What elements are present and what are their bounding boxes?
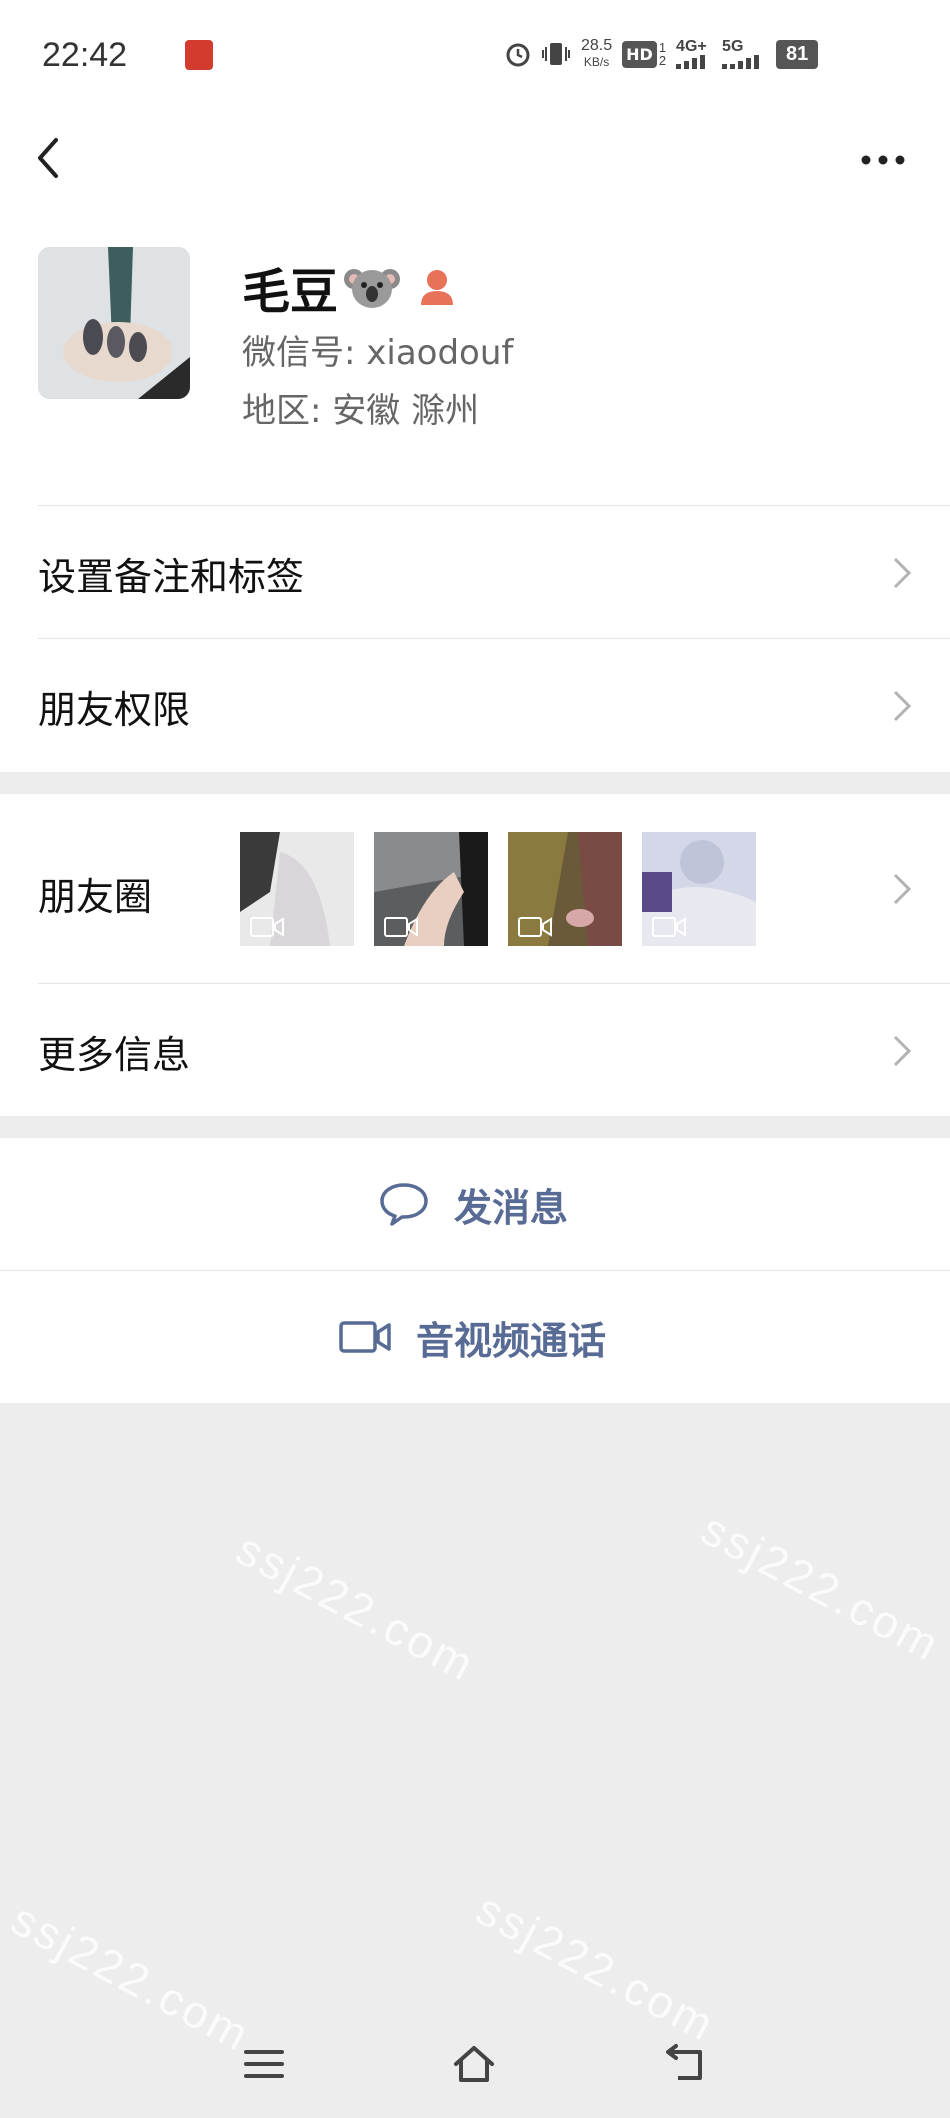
hd-sub-bottom: 2 — [658, 53, 667, 68]
moment-video-thumbnail[interactable] — [642, 832, 756, 946]
contact-name: 毛豆 — [242, 264, 339, 320]
chevron-right-icon — [893, 1035, 912, 1067]
koala-emoji-icon — [344, 269, 401, 308]
battery-level: 81 — [776, 39, 819, 69]
friend-permissions-label: 朋友权限 — [38, 688, 191, 732]
region: 地区: 安徽 滁州 — [242, 391, 480, 431]
system-nav-bar — [0, 2010, 950, 2118]
video-call-icon — [339, 1321, 391, 1353]
menu-icon[interactable] — [242, 2042, 286, 2086]
moments-thumbnails — [240, 832, 756, 946]
video-camera-icon — [384, 917, 418, 937]
chevron-right-icon — [893, 690, 912, 722]
watermark: ssj222.com — [693, 1502, 950, 1672]
moments-label: 朋友圈 — [38, 875, 153, 919]
signal-4g-label: 4G+ — [676, 38, 707, 55]
more-options-icon[interactable] — [858, 140, 908, 180]
profile-header: 毛豆 微信号: xiaodouf 地区: 安徽 滁州 — [0, 225, 950, 505]
app-notification-icon — [185, 40, 213, 70]
moments-row[interactable]: 朋友圈 — [0, 794, 950, 982]
alarm-icon — [506, 43, 530, 67]
send-message-button[interactable]: 发消息 — [0, 1138, 950, 1270]
status-time: 22:42 — [42, 36, 128, 74]
watermark: ssj222.com — [228, 1522, 485, 1692]
avatar[interactable] — [38, 247, 190, 399]
home-icon[interactable] — [452, 2042, 496, 2086]
send-message-label: 发消息 — [454, 1185, 569, 1230]
signal-4g: 4G+ — [676, 39, 712, 69]
remark-tags-label: 设置备注和标签 — [38, 555, 305, 599]
back-icon[interactable] — [664, 2042, 708, 2086]
hd-badge: HD — [622, 40, 657, 68]
signal-5g-label: 5G — [722, 38, 744, 55]
more-info-label: 更多信息 — [38, 1033, 191, 1077]
signal-bars-icon — [722, 55, 760, 69]
signal-bars-icon — [676, 55, 706, 69]
name-row: 毛豆 — [242, 252, 456, 322]
back-arrow-icon[interactable] — [30, 128, 70, 188]
status-indicators: 28.5 KB/s HD 1 2 4G+ 5G 81 — [505, 38, 819, 70]
moment-video-thumbnail[interactable] — [240, 832, 354, 946]
video-camera-icon — [250, 917, 284, 937]
chat-bubble-icon — [380, 1183, 428, 1226]
chevron-right-icon — [893, 873, 912, 905]
nav-bar — [0, 110, 950, 225]
moment-video-thumbnail[interactable] — [374, 832, 488, 946]
net-speed: 28.5 KB/s — [581, 38, 612, 70]
friend-permissions-row[interactable]: 朋友权限 — [0, 639, 950, 771]
remark-tags-row[interactable]: 设置备注和标签 — [0, 506, 950, 638]
person-badge-icon — [421, 270, 454, 305]
net-speed-value: 28.5 — [581, 37, 613, 54]
signal-5g: 5G — [722, 39, 766, 69]
more-info-row[interactable]: 更多信息 — [0, 984, 950, 1116]
moment-video-thumbnail[interactable] — [508, 832, 622, 946]
status-bar: 22:42 28.5 KB/s HD 1 2 4G+ 5G 81 — [0, 0, 950, 110]
chevron-right-icon — [893, 557, 912, 589]
av-call-button[interactable]: 音视频通话 — [0, 1271, 950, 1403]
video-camera-icon — [652, 917, 686, 937]
wechat-id: 微信号: xiaodouf — [242, 333, 514, 373]
vibrate-icon — [542, 43, 570, 65]
settings-section: 设置备注和标签 朋友权限 — [0, 505, 950, 772]
moments-section: 朋友圈 更多信息 — [0, 794, 950, 1116]
video-camera-icon — [518, 917, 552, 937]
hd-indicator: HD 1 2 — [622, 40, 667, 68]
net-speed-unit: KB/s — [583, 55, 610, 69]
av-call-label: 音视频通话 — [416, 1318, 607, 1363]
